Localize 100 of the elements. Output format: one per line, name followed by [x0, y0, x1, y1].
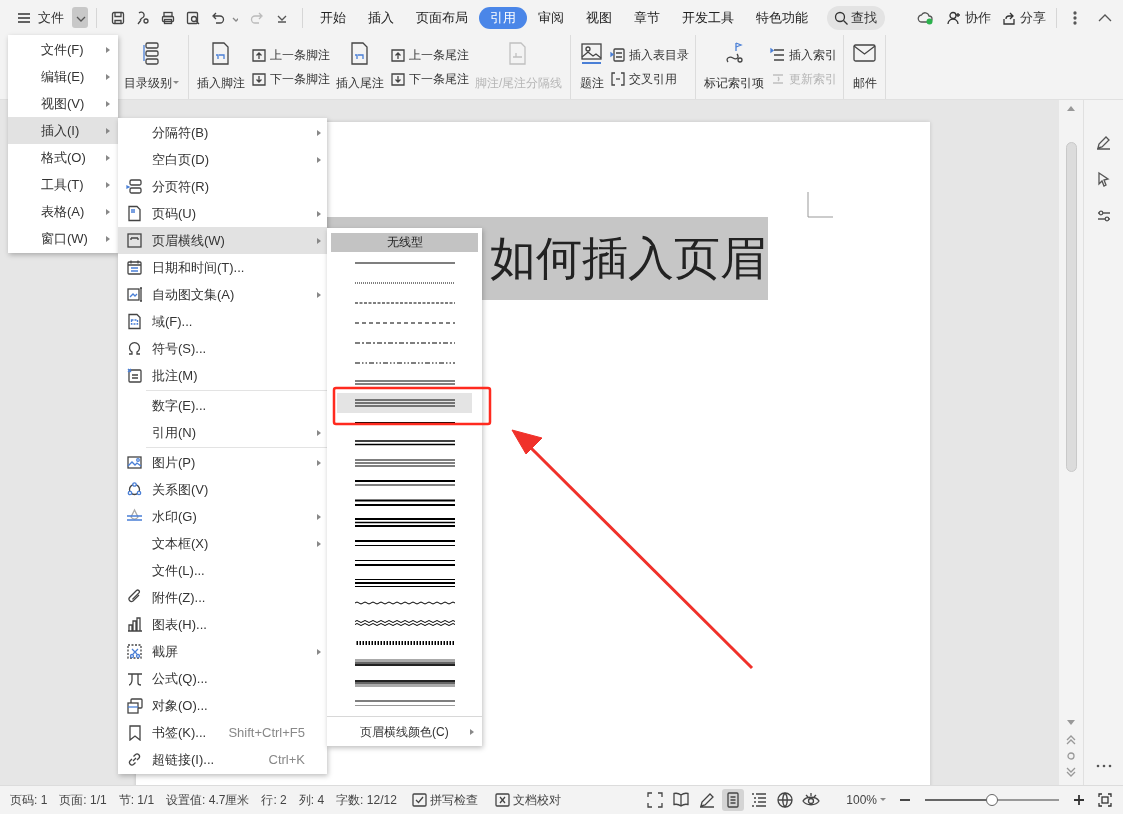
fit-page-icon[interactable] [1097, 792, 1113, 808]
checkmark-icon [410, 792, 427, 808]
arrow-up-icon [251, 47, 267, 63]
menu-item[interactable]: 数字(E)... [118, 392, 327, 419]
previous-page-icon[interactable] [1066, 735, 1076, 745]
status-field: 页码: 1 [6, 791, 52, 809]
menu-item[interactable]: 视图(V) [8, 90, 118, 117]
ribbon-button[interactable]: 插入脚注 [195, 35, 247, 99]
menu-item[interactable]: 文件(L)... [118, 557, 327, 584]
spell-check-button[interactable]: 拼写检查 [410, 791, 478, 809]
menu-item[interactable]: 页眉横线颜色(C) [327, 719, 482, 745]
ribbon-tab[interactable]: 插入 [357, 6, 405, 29]
status-field: 设置值: 4.7厘米 [162, 791, 254, 809]
menu-item[interactable]: 工具(T) [8, 171, 118, 198]
zoom-in-icon[interactable] [1073, 794, 1085, 806]
no-line-option[interactable]: 无线型 [331, 233, 478, 252]
menu-item[interactable]: 分隔符(B) [118, 119, 327, 146]
menu-item[interactable]: 文件(F) [8, 36, 118, 63]
menu-item[interactable]: 符号(S)... [118, 335, 327, 362]
ribbon-button[interactable]: 下一条脚注 [251, 70, 330, 88]
status-field: 列: 4 [294, 791, 329, 809]
pen-icon [698, 791, 717, 809]
ribbon-tab[interactable]: 视图 [575, 6, 623, 29]
menu-item[interactable]: 批注(M) [118, 362, 327, 389]
ribbon-tab[interactable]: 审阅 [527, 6, 575, 29]
menu-item[interactable]: 图片(P) [118, 449, 327, 476]
pi-icon [125, 670, 143, 687]
app-menu-button[interactable]: 文件 [12, 4, 68, 31]
submenu-arrow-icon [104, 234, 110, 243]
ribbon-button[interactable]: 插入索引 [770, 46, 838, 64]
print-icon[interactable] [159, 9, 176, 26]
pen-icon[interactable] [1095, 134, 1112, 151]
next-page-icon[interactable] [1066, 767, 1076, 777]
save-icon[interactable] [109, 9, 126, 26]
collaborate-button[interactable]: 协作 [946, 7, 991, 28]
ribbon-button[interactable]: 交叉引用 [610, 70, 690, 88]
menu-item[interactable]: 表格(A) [8, 198, 118, 225]
ribbon-tab[interactable]: 开始 [309, 6, 357, 29]
menu-item[interactable]: 超链接(I)... Ctrl+K [118, 746, 327, 773]
search-button[interactable]: 查找 [827, 5, 885, 30]
menu-item[interactable]: 日期和时间(T)... [118, 254, 327, 281]
scrollbar-thumb[interactable] [1065, 142, 1077, 472]
submenu-arrow-icon [468, 728, 474, 736]
menu-item[interactable]: 截屏 [118, 638, 327, 665]
menu-item[interactable]: 图表(H)... [118, 611, 327, 638]
print-preview-icon[interactable] [184, 9, 201, 26]
ribbon-button[interactable]: 上一条脚注 [251, 46, 330, 64]
scroll-up-icon[interactable] [1066, 104, 1076, 112]
menu-item[interactable]: 编辑(E) [8, 63, 118, 90]
menu-item[interactable]: 文本框(X) [118, 530, 327, 557]
slider-thumb[interactable] [986, 794, 998, 806]
ribbon-button[interactable]: 插入表目录 [610, 46, 690, 64]
view-mode-button[interactable] [722, 789, 745, 811]
scroll-down-icon[interactable] [1066, 719, 1076, 727]
menu-item[interactable]: 附件(Z)... [118, 584, 327, 611]
ribbon-button[interactable]: 插入尾注 [334, 35, 386, 99]
outline-icon [750, 791, 769, 809]
line-style-icon [354, 396, 455, 410]
menu-item[interactable]: 格式(O) [8, 144, 118, 171]
ribbon-tab[interactable]: 章节 [623, 6, 671, 29]
zoom-dropdown[interactable]: 100% [846, 791, 887, 809]
menu-item[interactable]: 空白页(D) [118, 146, 327, 173]
ribbon-button[interactable]: 邮件 [850, 35, 880, 99]
menu-item[interactable]: 自动图文集(A) [118, 281, 327, 308]
ribbon-button[interactable]: 上一条尾注 [390, 46, 469, 64]
field-icon [125, 313, 143, 330]
menu-item[interactable]: 窗口(W) [8, 225, 118, 252]
cursor-icon[interactable] [1095, 171, 1112, 188]
ribbon-button[interactable]: 目录级别 [122, 35, 182, 99]
cloud-sync-icon[interactable] [917, 9, 934, 26]
sliders-icon[interactable] [1095, 208, 1112, 224]
ribbon-button[interactable]: 下一条尾注 [390, 70, 469, 88]
menu-item[interactable]: 页码(U) [118, 200, 327, 227]
ribbon-tab[interactable]: 开发工具 [671, 6, 745, 29]
menu-item[interactable]: 插入(I) [8, 117, 118, 144]
dropdown-button[interactable] [72, 7, 88, 28]
submenu-arrow-icon [315, 209, 321, 218]
menu-item[interactable]: 关系图(V) [118, 476, 327, 503]
proofread-button[interactable]: 文档校对 [493, 791, 561, 809]
add-person-icon [946, 9, 962, 26]
ribbon-tab[interactable]: 特色功能 [745, 6, 819, 29]
menu-item[interactable]: 书签(K)... Shift+Ctrl+F5 [118, 719, 327, 746]
ribbon-tab[interactable]: 引用 [479, 6, 527, 29]
menu-item[interactable]: 域(F)... [118, 308, 327, 335]
submenu-arrow-icon [104, 153, 110, 162]
menu-item[interactable]: 公式(Q)... [118, 665, 327, 692]
menu-item[interactable]: 对象(O)... [118, 692, 327, 719]
menu-item[interactable]: 分页符(R) [118, 173, 327, 200]
submenu-arrow-icon [315, 128, 321, 137]
menu-item[interactable]: 页眉横线(W) [118, 227, 327, 254]
share-button[interactable]: 分享 [1001, 7, 1046, 28]
select-browse-icon[interactable] [1066, 751, 1076, 761]
status-field: 字数: 12/12 [332, 791, 401, 809]
fullscreen-icon [646, 791, 665, 809]
ribbon-button[interactable]: 题注 [577, 35, 607, 99]
ribbon-tab[interactable]: 页面布局 [405, 6, 479, 29]
menu-item[interactable]: 水印(G) [118, 503, 327, 530]
menu-item[interactable]: 引用(N) [118, 419, 327, 446]
submenu-arrow-icon [104, 99, 110, 108]
ribbon-button[interactable]: 标记索引项 [702, 35, 767, 99]
